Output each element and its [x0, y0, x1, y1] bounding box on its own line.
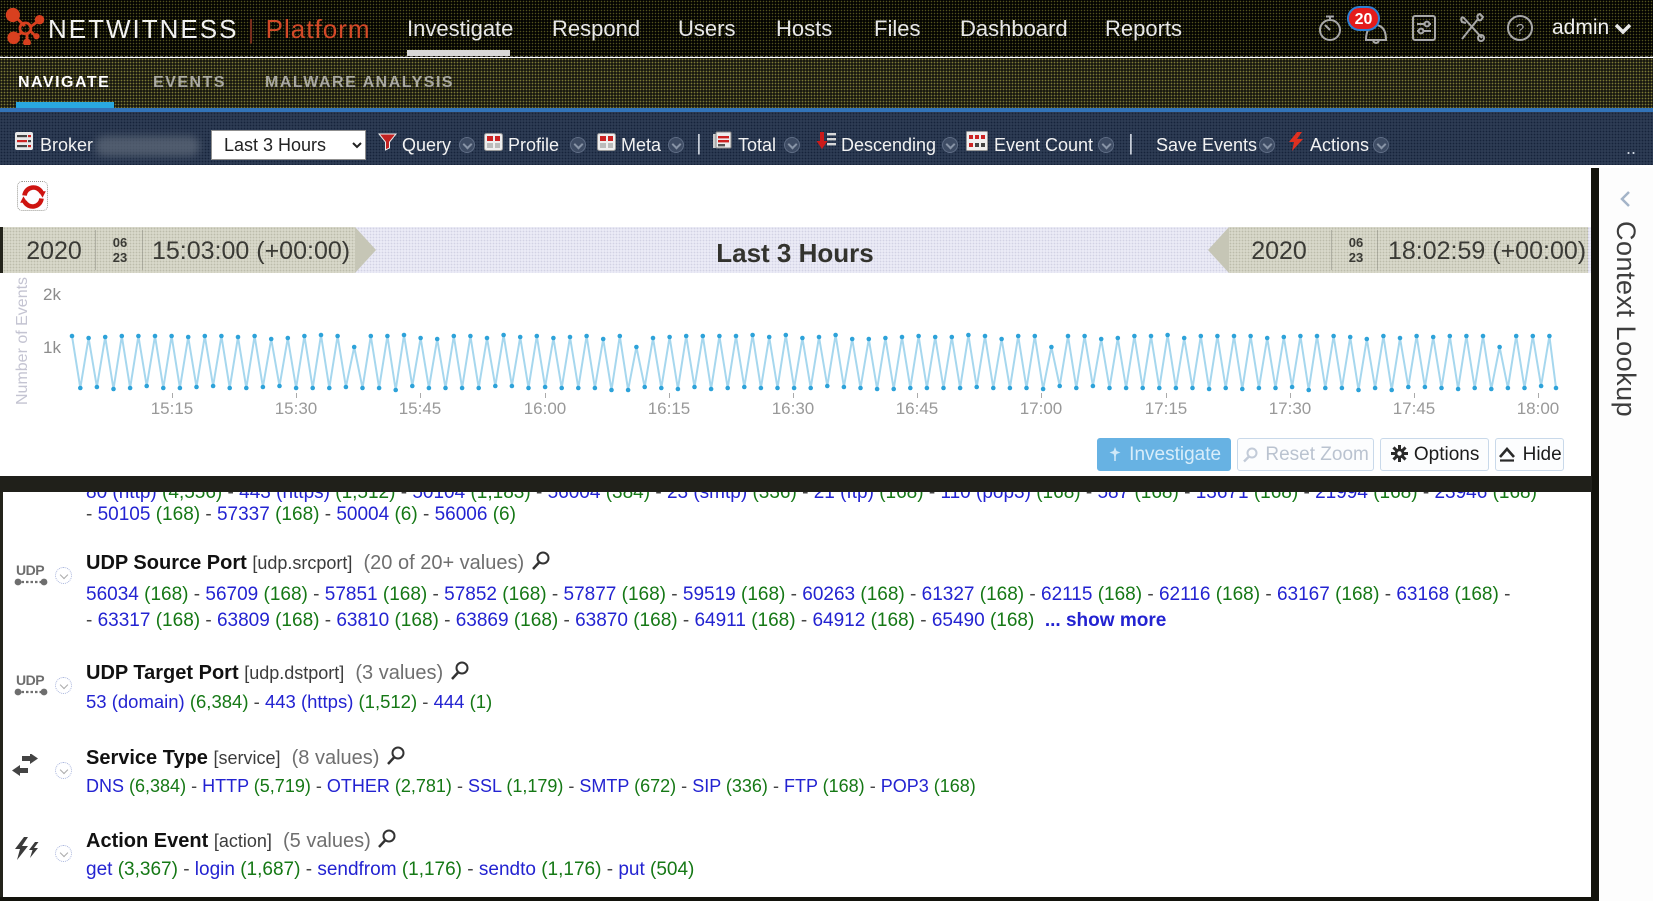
svg-text:?: ?: [1516, 21, 1524, 38]
svg-text:UDP: UDP: [16, 672, 44, 688]
svg-text:UDP: UDP: [16, 562, 44, 578]
